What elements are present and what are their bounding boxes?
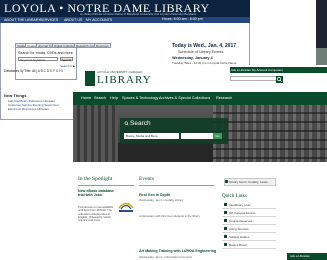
old-nav-bar: ABOUT THE LIBRARY SERVICES ABOUT US MY A… bbox=[0, 17, 250, 23]
hero-search-go-button[interactable]: Go bbox=[213, 133, 222, 139]
event-description: A discussion with First Gen students in … bbox=[139, 214, 200, 218]
quick-link-label[interactable]: Subject Guides bbox=[229, 235, 249, 239]
event-time: Wednesday, Jan 4 • Cudahy Library bbox=[139, 198, 184, 202]
mid-top-links[interactable]: Ask a Librarian My Account Computers bbox=[231, 68, 283, 72]
quick-link-label[interactable]: Course Reserves bbox=[229, 219, 252, 223]
old-news-item[interactable]: Electronic Resources Librarian bbox=[8, 107, 49, 111]
spotlight-title: In the Spotlight bbox=[78, 176, 113, 182]
chat-tab[interactable]: Ask a Librarian bbox=[287, 253, 327, 260]
hero-search-title: Search bbox=[130, 120, 151, 127]
background-window-edge-lower bbox=[316, 48, 327, 65]
mid-logo-text[interactable]: LIBRARY bbox=[97, 74, 152, 86]
hero-search-select[interactable]: Books, Media and More bbox=[124, 133, 179, 139]
nav-search[interactable]: Search bbox=[94, 96, 106, 100]
nav-archives[interactable]: Archives & Special Collections bbox=[159, 96, 210, 100]
search-icon bbox=[124, 121, 129, 126]
old-search-label: Search for books, DVDs and more bbox=[18, 51, 73, 55]
search-icon bbox=[277, 77, 282, 82]
quick-link-label[interactable]: Book a Room bbox=[229, 243, 247, 247]
old-calendar-date: Wednesday, January 4 bbox=[172, 56, 213, 60]
spotlight-divider bbox=[78, 185, 134, 186]
link-icon bbox=[224, 203, 227, 206]
events-title: Events bbox=[139, 176, 154, 182]
spotlight-thumbnail-image[interactable] bbox=[116, 193, 136, 215]
events-divider bbox=[139, 185, 214, 186]
old-search-select[interactable]: Keyword Anywhere bbox=[18, 57, 58, 62]
link-icon bbox=[224, 219, 227, 222]
event-heading[interactable]: Art Making Training with LUROA Engineeri… bbox=[139, 249, 216, 253]
link-icon bbox=[224, 227, 227, 230]
quick-link-label[interactable]: Citing Sources bbox=[229, 227, 249, 231]
nav-home[interactable]: Home bbox=[81, 96, 91, 100]
old-nav-item[interactable]: ABOUT US bbox=[64, 18, 82, 22]
nav-spaces[interactable]: Spaces & Technology bbox=[122, 96, 158, 100]
library-logo-mark-icon bbox=[85, 71, 95, 86]
old-nav-item[interactable]: ABOUT THE LIBRARY bbox=[4, 18, 41, 22]
event-heading[interactable]: First Gen in Depth bbox=[139, 193, 170, 197]
clock-icon bbox=[225, 180, 228, 183]
event-time: Wednesday, Jan 4 • Information Commons bbox=[139, 255, 192, 259]
hours-box-text: Library hours: Cudahy, Lewis... bbox=[229, 180, 271, 184]
quick-link-label[interactable]: Off-Campus Access bbox=[229, 211, 255, 215]
old-search-tab[interactable]: Reserves bbox=[94, 43, 111, 48]
front-nav-bar: Home Search Help Spaces & Technology Arc… bbox=[73, 92, 327, 105]
old-schedule-link[interactable]: Schedule of Library Events bbox=[178, 50, 223, 54]
background-window-edge bbox=[316, 0, 327, 48]
link-icon bbox=[224, 243, 227, 246]
link-icon bbox=[224, 211, 227, 214]
link-icon bbox=[224, 235, 227, 238]
old-nav-item[interactable]: SERVICES bbox=[40, 18, 58, 22]
mid-search-button[interactable] bbox=[276, 76, 283, 83]
quick-link-label[interactable]: Interlibrary Loan bbox=[229, 203, 251, 207]
spotlight-heading[interactable]: New eBook database trial with Jstor bbox=[78, 189, 116, 197]
mid-search-input[interactable] bbox=[230, 76, 280, 81]
old-site-tagline: a Library Partner of Notre Dame of Maryl… bbox=[80, 12, 196, 16]
old-today: Today is Wed., Jan. 4, 2017 bbox=[172, 43, 237, 49]
spotlight-body: Trial access is now available until Apri… bbox=[78, 205, 114, 223]
old-search-link[interactable]: Search It ▶ bbox=[60, 64, 75, 68]
old-news-title: New Things bbox=[4, 93, 27, 98]
hero-search-input[interactable] bbox=[181, 133, 213, 139]
old-hours: Hours: 8:00 am - 8:00 pm bbox=[162, 17, 203, 21]
old-nav-item[interactable]: MY ACCOUNTS bbox=[86, 18, 112, 22]
old-search-tabs: Catalog Catalog Journal Titles Digital C… bbox=[15, 43, 155, 48]
old-search-button[interactable]: Search bbox=[60, 57, 73, 62]
nav-research[interactable]: Research bbox=[216, 96, 232, 100]
nav-help[interactable]: Help bbox=[110, 96, 118, 100]
old-databases-az[interactable]: Databases by Title: All | A B C D E F G … bbox=[4, 69, 63, 73]
quick-links-title: Quick Links bbox=[222, 194, 247, 199]
